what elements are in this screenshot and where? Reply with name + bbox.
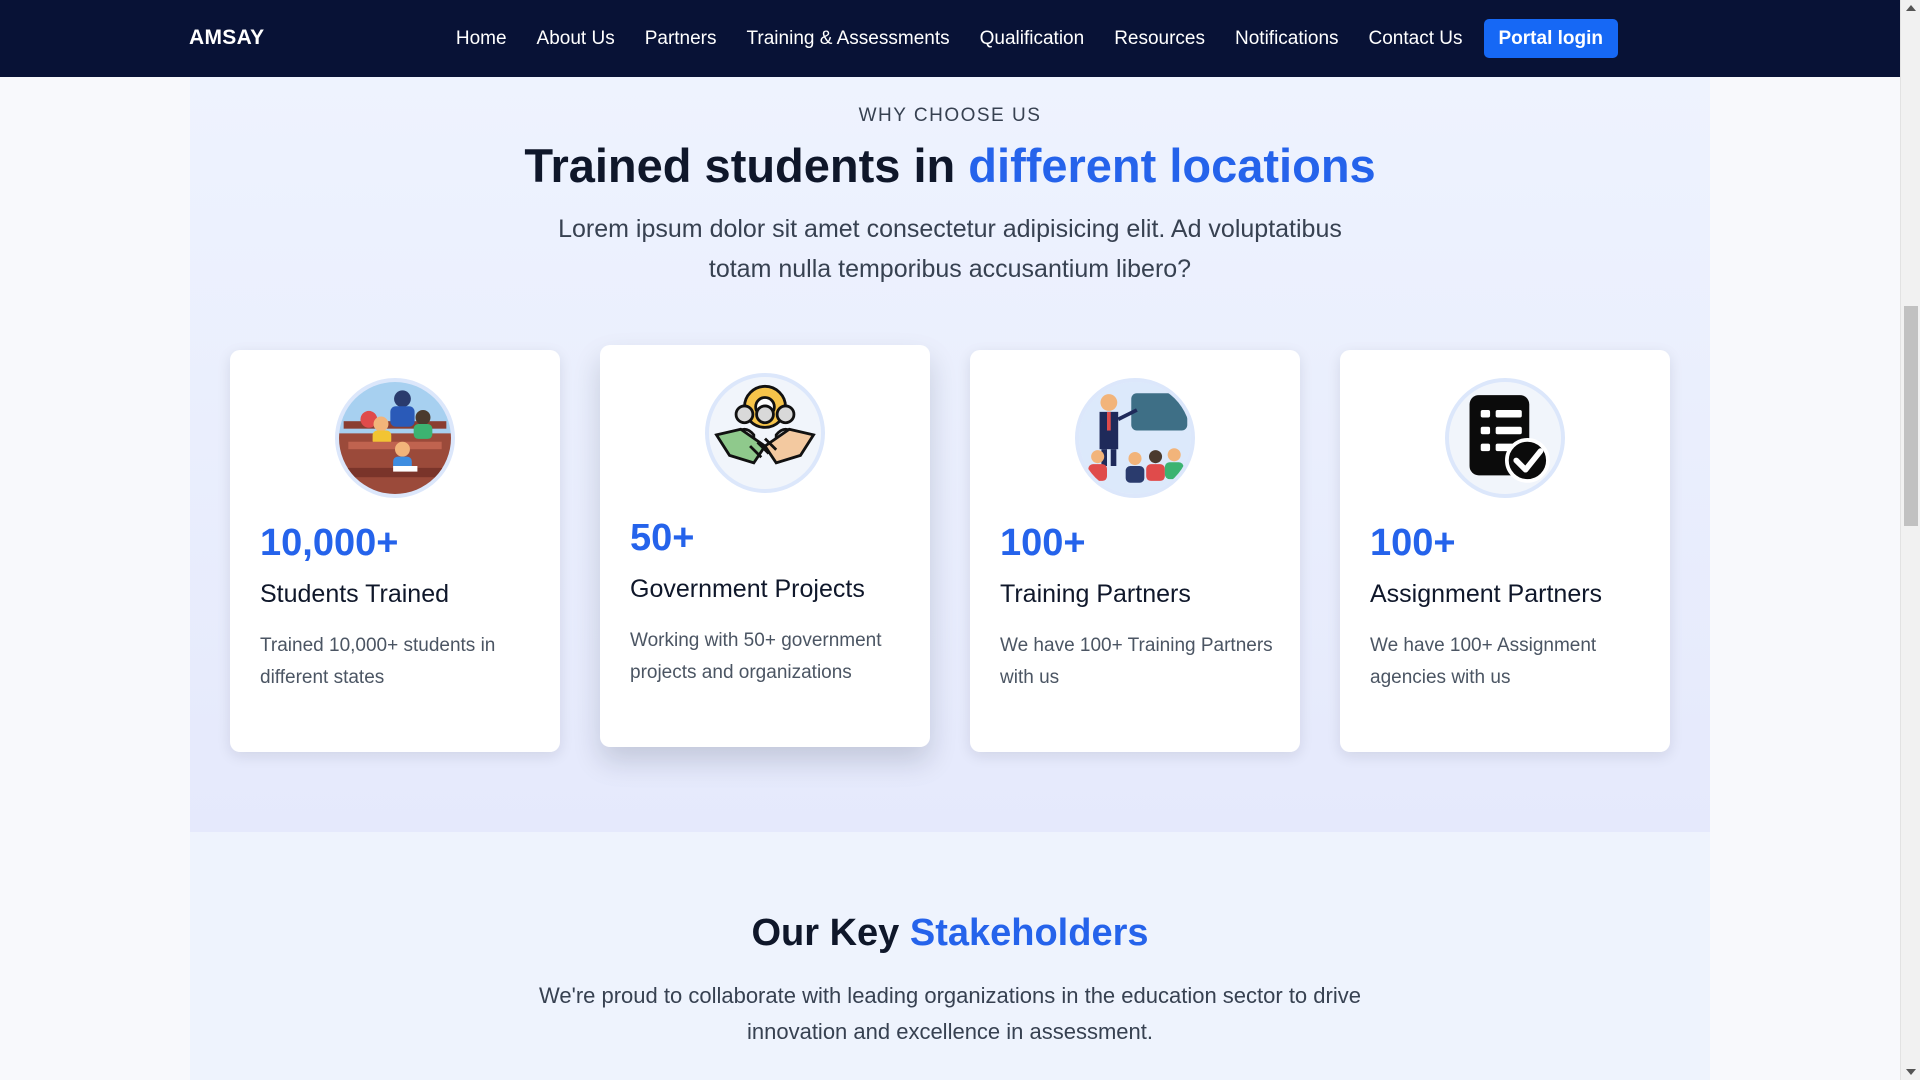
brand-logo[interactable]: AMSAY: [189, 26, 264, 50]
card-description: Working with 50+ government projects and…: [630, 630, 882, 683]
section-title: Trained students in different locations: [190, 138, 1710, 193]
stat-value: 50+: [630, 517, 695, 559]
nav-link-partners[interactable]: Partners: [645, 28, 717, 50]
stake-title-accent: Stakeholders: [909, 912, 1149, 954]
section-lead: Lorem ipsum dolor sit amet consectetur a…: [558, 215, 1342, 283]
stat-card-students: 10,000+ Students Trained Trained 10,000+…: [230, 350, 560, 752]
stakeholders-title: Our Key Stakeholders: [190, 912, 1710, 955]
checklist-icon: [1445, 378, 1565, 498]
nav-links: Home About Us Partners Training & Assess…: [456, 0, 1618, 77]
teacher-icon: [1075, 378, 1195, 498]
stakeholders-description: We're proud to collaborate with leading …: [539, 983, 1361, 1044]
card-description: We have 100+ Assignment agencies with us: [1370, 635, 1597, 688]
stake-title-plain: Our Key: [751, 912, 900, 954]
stat-card-government: 50+ Government Projects Working with 50+…: [600, 345, 930, 747]
classroom-icon: [335, 378, 455, 498]
stat-value: 10,000+: [260, 522, 399, 564]
card-description: We have 100+ Training Partners with us: [1000, 635, 1273, 688]
stakeholders-section: Our Key Stakeholders We're proud to coll…: [190, 832, 1710, 1080]
card-title: Students Trained: [260, 580, 450, 608]
nav-link-contact[interactable]: Contact Us: [1369, 28, 1463, 50]
card-title: Government Projects: [630, 575, 865, 603]
title-accent: different locations: [968, 139, 1376, 192]
portal-login-button[interactable]: Portal login: [1483, 19, 1618, 58]
stat-card-training-partners: 100+ Training Partners We have 100+ Trai…: [970, 350, 1300, 752]
handshake-icon: [705, 373, 825, 493]
stat-value: 100+: [1000, 522, 1086, 564]
nav-link-training[interactable]: Training & Assessments: [747, 28, 950, 50]
nav-link-notifications[interactable]: Notifications: [1235, 28, 1339, 50]
stat-card-assignment-partners: 100+ Assignment Partners We have 100+ As…: [1340, 350, 1670, 752]
nav-link-resources[interactable]: Resources: [1114, 28, 1205, 50]
scroll-down-arrow-icon[interactable]: [1906, 1069, 1916, 1075]
card-description: Trained 10,000+ students in different st…: [260, 635, 496, 688]
scroll-thumb[interactable]: [1904, 306, 1918, 526]
why-choose-us-section: WHY CHOOSE US Trained students in differ…: [190, 77, 1710, 832]
page-scrollbar[interactable]: [1900, 0, 1920, 1080]
title-plain: Trained students in: [524, 139, 956, 192]
top-navbar: AMSAY Home About Us Partners Training & …: [0, 0, 1900, 77]
stat-value: 100+: [1370, 522, 1456, 564]
card-title: Training Partners: [1000, 580, 1191, 608]
scroll-up-arrow-icon[interactable]: [1906, 5, 1916, 11]
card-title: Assignment Partners: [1370, 580, 1603, 608]
nav-link-about[interactable]: About Us: [537, 28, 615, 50]
nav-link-qualification[interactable]: Qualification: [980, 28, 1085, 50]
section-eyebrow: WHY CHOOSE US: [858, 105, 1042, 126]
nav-link-home[interactable]: Home: [456, 28, 507, 50]
